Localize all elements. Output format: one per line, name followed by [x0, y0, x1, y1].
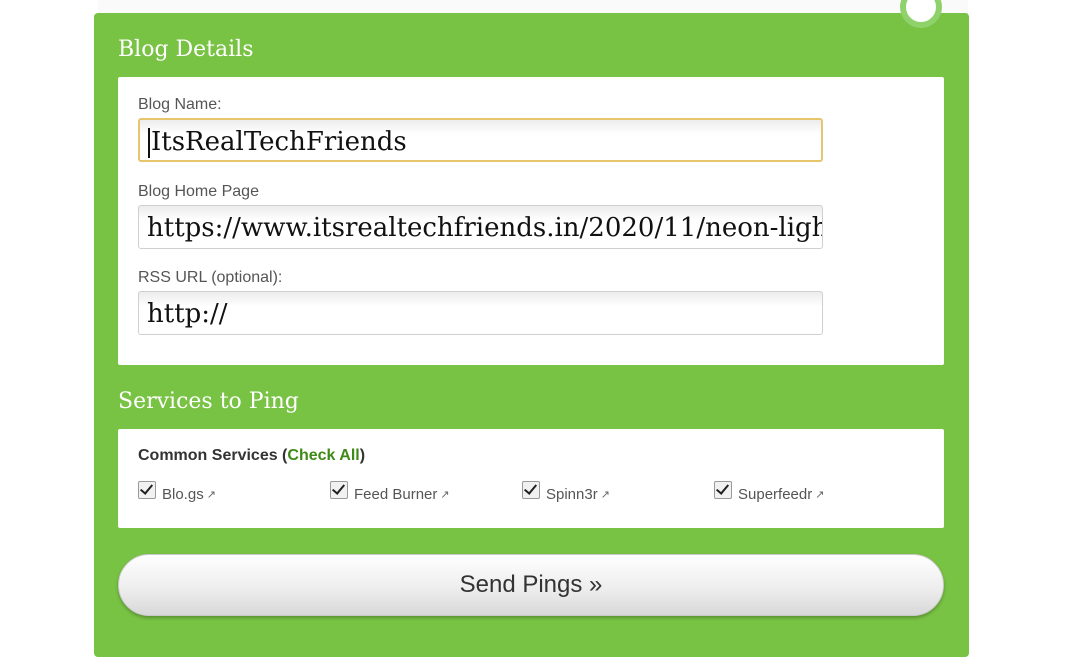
home-page-label: Blog Home Page	[138, 183, 259, 200]
common-services-close: )	[359, 447, 366, 464]
service-item-blogs[interactable]: Blo.gs ↗	[138, 481, 216, 503]
send-pings-button[interactable]: Send Pings »	[118, 554, 944, 616]
rss-url-input[interactable]: http://	[138, 291, 823, 335]
spinn3r-checkbox[interactable]	[522, 481, 540, 499]
blog-details-card: Blog Name: ItsRealTechFriends Blog Home …	[118, 77, 944, 365]
feed-burner-label: Feed Burner	[354, 485, 438, 503]
blogs-checkbox[interactable]	[138, 481, 156, 499]
services-heading: Services to Ping	[118, 389, 299, 414]
check-all-link[interactable]: Check All	[287, 447, 359, 464]
blog-name-value: ItsRealTechFriends	[151, 127, 407, 157]
service-item-spinn3r[interactable]: Spinn3r ↗	[522, 481, 610, 503]
blog-name-label: Blog Name:	[138, 96, 222, 113]
ping-form-panel: Blog Details Blog Name: ItsRealTechFrien…	[94, 13, 969, 657]
external-link-icon[interactable]: ↗	[815, 488, 824, 501]
superfeedr-checkbox[interactable]	[714, 481, 732, 499]
text-caret	[148, 128, 150, 158]
blogs-label: Blo.gs	[162, 485, 204, 503]
home-page-value: https://www.itsrealtechfriends.in/2020/1…	[147, 213, 823, 243]
blog-details-heading: Blog Details	[118, 37, 254, 62]
services-card: Common Services (Check All) Blo.gs ↗ Fee…	[118, 429, 944, 528]
service-item-superfeedr[interactable]: Superfeedr ↗	[714, 481, 824, 503]
rss-url-label: RSS URL (optional):	[138, 269, 283, 286]
home-page-input[interactable]: https://www.itsrealtechfriends.in/2020/1…	[138, 205, 823, 249]
blog-name-input[interactable]: ItsRealTechFriends	[138, 118, 823, 162]
feed-burner-checkbox[interactable]	[330, 481, 348, 499]
top-divider	[98, 0, 968, 14]
external-link-icon[interactable]: ↗	[440, 488, 449, 501]
spinn3r-label: Spinn3r	[546, 485, 598, 503]
rss-url-value: http://	[147, 299, 228, 329]
external-link-icon[interactable]: ↗	[601, 488, 610, 501]
superfeedr-label: Superfeedr	[738, 485, 813, 503]
service-item-feed-burner[interactable]: Feed Burner ↗	[330, 481, 450, 503]
external-link-icon[interactable]: ↗	[207, 488, 216, 501]
common-services-label: Common Services (	[138, 447, 288, 464]
common-services-title: Common Services (Check All)	[138, 447, 365, 465]
